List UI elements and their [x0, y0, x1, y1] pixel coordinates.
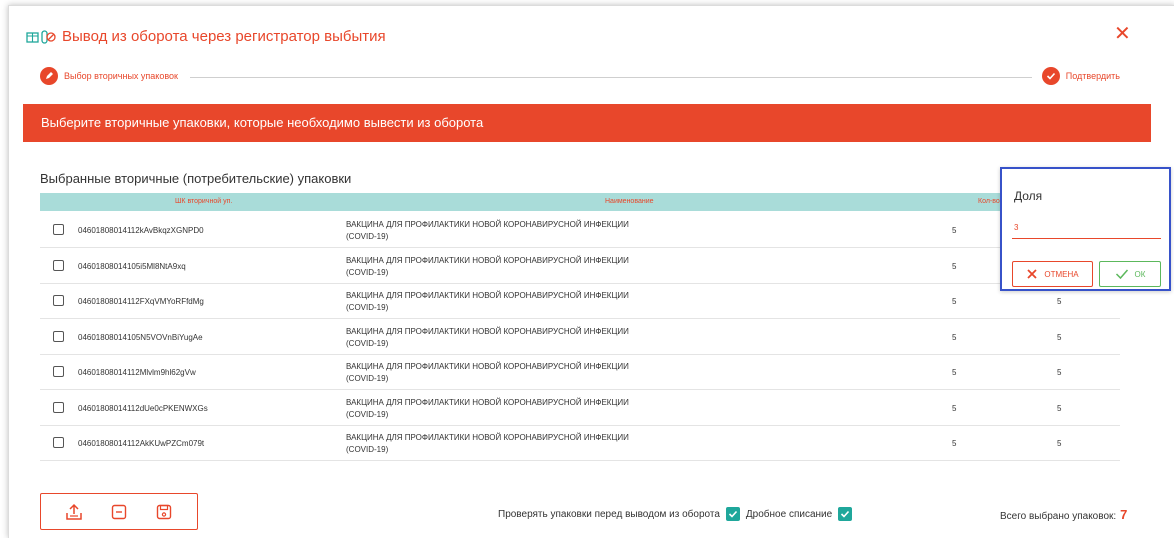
check-circle-icon [1041, 67, 1060, 85]
row-name: ВАКЦИНА ДЛЯ ПРОФИЛАКТИКИ НОВОЙ КОРОНАВИР… [346, 326, 629, 348]
total-label: Всего выбрано упаковок: [1000, 511, 1117, 522]
row-name: ВАКЦИНА ДЛЯ ПРОФИЛАКТИКИ НОВОЙ КОРОНАВИР… [346, 397, 629, 419]
check-icon [1115, 269, 1128, 280]
row-name: ВАКЦИНА ДЛЯ ПРОФИЛАКТИКИ НОВОЙ КОРОНАВИР… [346, 291, 629, 312]
row-qty-selected[interactable]: 5 [1057, 368, 1061, 377]
save-icon[interactable] [154, 502, 174, 522]
row-qty: 5 [952, 226, 957, 235]
stepper: Выбор вторичных упаковок Подтвердить [40, 67, 1120, 89]
row-checkbox[interactable] [53, 366, 64, 377]
row-checkbox[interactable] [53, 295, 64, 306]
total-value: 7 [1120, 507, 1128, 522]
share-label: Доля [1014, 189, 1043, 203]
step-select[interactable]: Выбор вторичных упаковок [40, 67, 186, 85]
column-header-qty[interactable]: Кол-во [978, 198, 1000, 205]
table-row[interactable]: 04601808014105N5VOVnBiYugAe ВАКЦИНА ДЛЯ П… [40, 321, 1120, 355]
step-confirm-label: Подтвердить [1065, 71, 1120, 81]
row-code: 04601808014105i5Ml8NtA9xq [78, 261, 186, 271]
table-row[interactable]: 04601808014112kAvBkqzXGNPD0 ВАКЦИНА ДЛЯ П… [40, 214, 1120, 248]
row-name: ВАКЦИНА ДЛЯ ПРОФИЛАКТИКИ НОВОЙ КОРОНАВИР… [346, 362, 629, 383]
row-code: 04601808014112FXqVMYoRFfdMg [78, 297, 204, 306]
share-input[interactable] [1012, 217, 1161, 239]
row-checkbox[interactable] [53, 330, 64, 342]
row-qty-selected[interactable]: 5 [1057, 439, 1061, 448]
cancel-label: ОТМЕНА [1044, 269, 1079, 279]
table-header: ШК вторичной уп. Наименование Кол-во [40, 193, 1120, 211]
stepper-line [190, 77, 1032, 78]
row-checkbox[interactable] [53, 259, 64, 271]
cancel-button[interactable]: ОТМЕНА [1012, 261, 1093, 287]
row-qty: 5 [952, 403, 957, 413]
close-icon[interactable]: ✕ [1114, 24, 1131, 44]
fraction-label: Дробное списание [745, 508, 833, 520]
step-confirm[interactable]: Подтвердить [1033, 67, 1120, 85]
row-code: 04601808014105N5VOVnBiYugAe [78, 332, 203, 342]
row-checkbox[interactable] [53, 224, 64, 235]
check-before-checkbox[interactable] [725, 507, 740, 521]
footer-options: Проверять упаковки перед выводом из обор… [498, 507, 858, 521]
instruction-banner: Выберите вторичные упаковки, которые нео… [23, 104, 1151, 142]
fraction-checkbox[interactable] [838, 507, 853, 521]
total-selected: Всего выбрано упаковок: 7 [1000, 507, 1127, 522]
share-popup: Доля ОТМЕНА ОК [1000, 167, 1171, 291]
step-select-label: Выбор вторичных упаковок [64, 71, 178, 81]
row-qty: 5 [952, 332, 957, 342]
dialog-title: Вывод из оборота через регистратор выбыт… [26, 28, 386, 45]
row-checkbox[interactable] [53, 401, 64, 413]
ok-label: ОК [1134, 269, 1146, 279]
table-row[interactable]: 04601808014112AkKUwPZCm079t ВАКЦИНА ДЛЯ П… [40, 427, 1120, 461]
close-icon [1027, 269, 1038, 279]
table-row[interactable]: 04601808014112Mlvlm9hl62gVw ВАКЦИНА ДЛЯ П… [40, 356, 1120, 390]
dialog-title-text: Вывод из оборота через регистратор выбыт… [62, 28, 386, 45]
row-checkbox[interactable] [53, 437, 64, 448]
row-name: ВАКЦИНА ДЛЯ ПРОФИЛАКТИКИ НОВОЙ КОРОНАВИР… [346, 255, 629, 277]
row-name: ВАКЦИНА ДЛЯ ПРОФИЛАКТИКИ НОВОЙ КОРОНАВИР… [346, 220, 629, 241]
row-code: 04601808014112Mlvlm9hl62gVw [78, 368, 196, 377]
section-title: Выбранные вторичные (потребительские) уп… [40, 171, 352, 186]
table-row[interactable]: 04601808014112dUe0cPKENWXGs ВАКЦИНА ДЛЯ П… [40, 392, 1120, 426]
table-row[interactable]: 04601808014105i5Ml8NtA9xq ВАКЦИНА ДЛЯ ПРО… [40, 250, 1120, 284]
action-toolbar [40, 493, 198, 530]
pencil-icon [40, 67, 58, 85]
row-code: 04601808014112dUe0cPKENWXGs [78, 403, 208, 413]
row-qty: 5 [952, 439, 957, 448]
row-qty: 5 [952, 368, 957, 377]
row-qty: 5 [952, 297, 957, 306]
box-icon [26, 29, 56, 44]
column-header-code[interactable]: ШК вторичной уп. [175, 198, 232, 205]
row-qty-selected[interactable]: 5 [1057, 333, 1061, 342]
remove-icon[interactable] [109, 502, 129, 522]
table-row[interactable]: 04601808014112FXqVMYoRFfdMg ВАКЦИНА ДЛЯ П… [40, 285, 1120, 319]
column-header-name[interactable]: Наименование [605, 198, 654, 205]
row-qty: 5 [952, 261, 957, 271]
ok-button[interactable]: ОК [1099, 261, 1161, 287]
row-code: 04601808014112kAvBkqzXGNPD0 [78, 226, 204, 235]
row-qty-selected[interactable]: 5 [1057, 404, 1061, 413]
row-qty-selected[interactable]: 5 [1057, 297, 1061, 306]
row-name: ВАКЦИНА ДЛЯ ПРОФИЛАКТИКИ НОВОЙ КОРОНАВИР… [346, 433, 629, 454]
upload-icon[interactable] [64, 502, 84, 522]
check-before-label: Проверять упаковки перед выводом из обор… [498, 508, 720, 520]
row-code: 04601808014112AkKUwPZCm079t [78, 439, 205, 448]
